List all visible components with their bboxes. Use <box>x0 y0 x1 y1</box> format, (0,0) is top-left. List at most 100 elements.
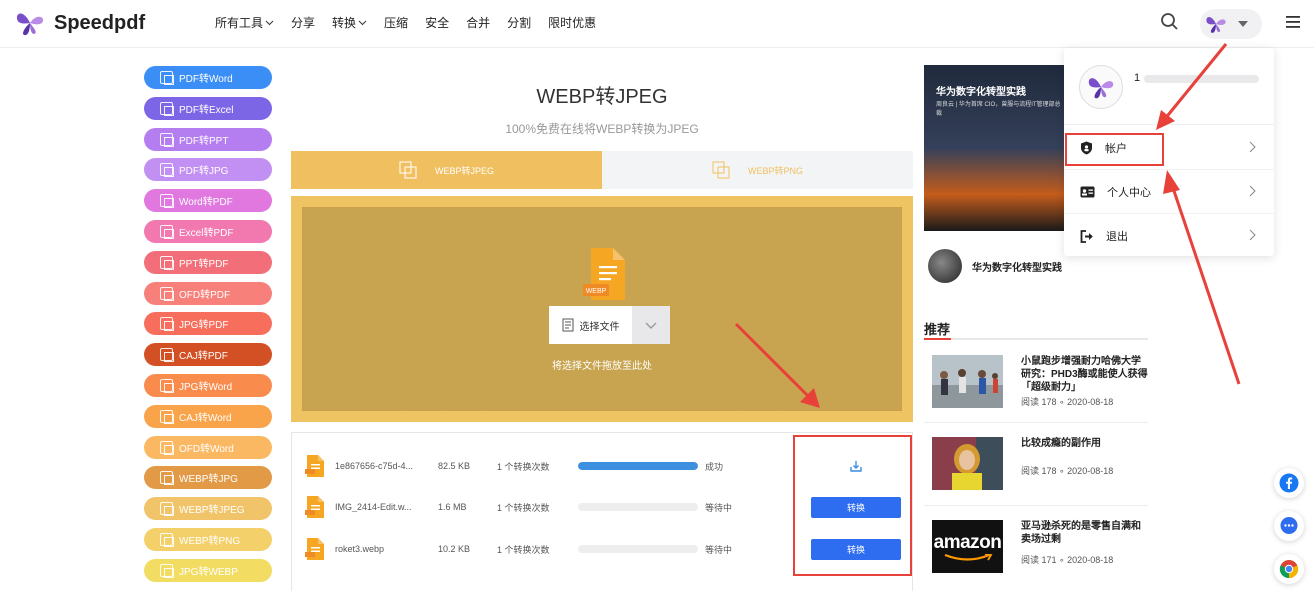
book-thumbnail <box>928 249 962 283</box>
logo[interactable]: Speedpdf <box>14 8 145 38</box>
image-convert-icon <box>712 161 730 179</box>
hamburger-menu-icon[interactable] <box>1285 14 1301 30</box>
tool-sidebar: PDF转Word PDF转Excel PDF转PPT PDF转JPG Word转PDF E… <box>144 66 272 590</box>
dropdown-avatar <box>1079 65 1123 109</box>
nav-convert[interactable]: 转换 <box>332 14 367 31</box>
amazon-smile-icon <box>944 553 992 561</box>
annotation-arrow-icon <box>734 322 820 408</box>
chevron-down-icon <box>358 20 367 25</box>
nav-split[interactable]: 分割 <box>507 14 531 31</box>
recommend-title: 小鼠跑步增强耐力哈佛大学研究：PHD3酶或能使人获得「超级耐力」 <box>1021 356 1148 393</box>
recommend-item[interactable]: 比较成瘾的副作用 阅读 178 ∘ 2020-08-18 <box>932 437 1148 497</box>
nav-share[interactable]: 分享 <box>291 14 315 31</box>
sidebar-tool-button[interactable]: Excel转PDF <box>144 219 272 243</box>
recommend-item[interactable]: amazon 亚马逊杀死的是零售自满和卖场过剩 阅读 171 ∘ 2020-08… <box>932 520 1148 580</box>
amazon-wordmark: amazon <box>933 531 1002 553</box>
document-icon <box>562 318 573 332</box>
nav-all-tools[interactable]: 所有工具 <box>215 14 274 31</box>
recommend-item[interactable]: 小鼠跑步增强耐力哈佛大学研究：PHD3酶或能使人获得「超级耐力」 阅读 178 … <box>932 355 1148 415</box>
document-icon <box>160 194 174 209</box>
sidebar-tool-label: PPT转PDF <box>179 258 229 270</box>
sidebar-tool-button[interactable]: JPG转WEBP <box>144 558 272 582</box>
recommend-separator <box>924 422 1148 423</box>
sidebar-tool-label: OFD转PDF <box>179 289 231 301</box>
progress-bar <box>578 503 698 511</box>
chat-share-button[interactable] <box>1274 511 1304 541</box>
progress-bar <box>578 462 698 470</box>
select-file-button[interactable]: 选择文件 <box>549 306 632 344</box>
sidebar-tool-label: WEBP转JPEG <box>179 505 245 517</box>
recommend-meta: 阅读 178 ∘ 2020-08-18 <box>1021 466 1114 476</box>
document-icon <box>160 101 174 116</box>
tab-webp-to-jpeg[interactable]: WEBP转JPEG <box>291 151 602 189</box>
document-icon <box>160 471 174 486</box>
sidebar-tool-button[interactable]: OFD转PDF <box>144 281 272 305</box>
chevron-down-icon <box>645 322 657 329</box>
sidebar-tool-button[interactable]: CAJ转Word <box>144 404 272 428</box>
document-icon <box>160 71 174 85</box>
sidebar-tool-button[interactable]: CAJ转PDF <box>144 343 272 367</box>
book-link[interactable]: 华为数字化转型实践 <box>928 249 1062 283</box>
image-convert-icon <box>399 161 417 179</box>
id-card-icon <box>1080 186 1095 197</box>
sidebar-tool-button[interactable]: JPG转PDF <box>144 312 272 336</box>
sidebar-tool-button[interactable]: PDF转Word <box>144 66 272 89</box>
sidebar-tool-label: PDF转Excel <box>179 104 234 116</box>
facebook-share-button[interactable] <box>1274 468 1304 498</box>
nav-security[interactable]: 安全 <box>425 14 449 31</box>
nav-offer[interactable]: 限时优惠 <box>548 14 596 31</box>
recommend-title: 亚马逊杀死的是零售自满和卖场过剩 <box>1021 521 1141 545</box>
select-source-dropdown[interactable] <box>632 306 670 344</box>
chat-icon <box>1280 517 1298 534</box>
recommend-meta: 阅读 178 ∘ 2020-08-18 <box>1021 397 1114 407</box>
nav-compress[interactable]: 压缩 <box>384 14 408 31</box>
select-file-control: 选择文件 <box>549 306 670 344</box>
avatar-butterfly-icon <box>1206 17 1226 33</box>
book-cover-image[interactable]: 华为数字化转型实践 周良云 | 华为首席 CIO，曾服与流程IT管理部总裁 <box>924 65 1066 231</box>
tab-label: WEBP转PNG <box>747 165 803 176</box>
document-icon <box>160 163 174 178</box>
sidebar-tool-button[interactable]: WEBP转JPG <box>144 466 272 490</box>
caret-down-icon <box>1238 21 1248 27</box>
chevron-right-icon <box>1249 229 1256 241</box>
recommend-heading: 推荐 <box>924 322 951 337</box>
sidebar-tool-label: CAJ转PDF <box>179 351 228 363</box>
document-icon <box>160 563 174 578</box>
sidebar-tool-label: PDF转JPG <box>179 166 229 178</box>
sidebar-tool-button[interactable]: OFD转Word <box>144 435 272 459</box>
conversion-count: 1 个转换次数 <box>497 544 550 555</box>
book-cover-subtitle: 周良云 | 华为首席 CIO，曾服与流程IT管理部总裁 <box>936 102 1061 117</box>
annotation-arrow-icon <box>1156 43 1228 130</box>
sidebar-tool-button[interactable]: JPG转Word <box>144 373 272 397</box>
conversion-count: 1 个转换次数 <box>497 461 550 472</box>
sidebar-tool-button[interactable]: PDF转Excel <box>144 96 272 120</box>
chevron-right-icon <box>1249 141 1256 153</box>
sidebar-tool-button[interactable]: WEBP转PNG <box>144 527 272 551</box>
recommend-separator <box>924 505 1148 506</box>
recommend-divider <box>924 338 1148 340</box>
nav-merge[interactable]: 合并 <box>466 14 490 31</box>
search-icon[interactable] <box>1160 12 1180 32</box>
sidebar-tool-button[interactable]: PDF转JPG <box>144 158 272 182</box>
file-icon <box>305 538 324 560</box>
sidebar-tool-label: WEBP转JPG <box>179 474 238 486</box>
tab-webp-to-png[interactable]: WEBP转PNG <box>602 151 913 189</box>
user-avatar-button[interactable] <box>1200 9 1262 39</box>
woman-photo-icon <box>932 437 1003 490</box>
menu-label: 退出 <box>1106 231 1128 243</box>
recommend-meta: 阅读 171 ∘ 2020-08-18 <box>1021 555 1114 565</box>
sidebar-tool-button[interactable]: PPT转PDF <box>144 250 272 274</box>
file-status: 等待中 <box>705 544 733 555</box>
sidebar-tool-button[interactable]: WEBP转JPEG <box>144 497 272 521</box>
sidebar-tool-button[interactable]: PDF转PPT <box>144 127 272 151</box>
document-icon <box>160 317 174 332</box>
file-size: 1.6 MB <box>438 502 467 512</box>
file-name: IMG_2414-Edit.w... <box>335 502 412 512</box>
document-icon <box>160 255 174 270</box>
sidebar-tool-button[interactable]: Word转PDF <box>144 189 272 213</box>
menu-label: 个人中心 <box>1107 186 1151 199</box>
nav-label: 所有工具 <box>215 16 264 30</box>
sidebar-tool-label: Word转PDF <box>179 197 233 209</box>
chrome-extension-button[interactable] <box>1274 554 1304 584</box>
sidebar-tool-label: JPG转WEBP <box>179 566 238 578</box>
